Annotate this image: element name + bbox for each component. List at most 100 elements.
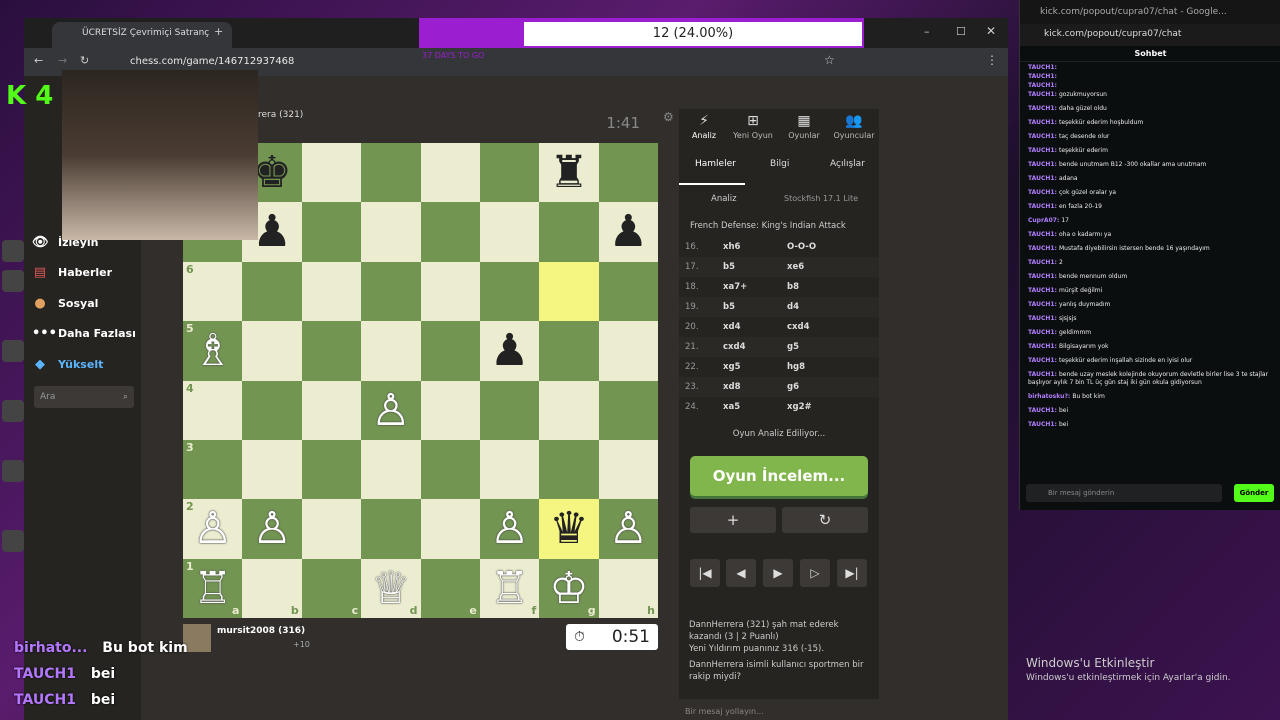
subtab-moves[interactable]: Hamleler [695, 159, 736, 169]
black-move[interactable]: g5 [787, 337, 799, 357]
board-square[interactable] [301, 202, 362, 262]
chat-username[interactable]: TAUCH1: [1028, 245, 1057, 252]
chess-piece[interactable]: ♙ [371, 385, 410, 436]
chat-username[interactable]: TAUCH1: [1028, 161, 1057, 168]
chat-username[interactable]: TAUCH1: [1028, 343, 1057, 350]
chat-username[interactable]: CuprA07: [1028, 217, 1059, 224]
black-move[interactable]: O-O-O [787, 237, 816, 257]
board-square[interactable] [420, 439, 480, 500]
board-square[interactable]: ♖ 1 a [183, 558, 243, 618]
board-square[interactable] [420, 261, 480, 322]
chat-username[interactable]: TAUCH1: [1028, 119, 1057, 126]
board-square[interactable] [420, 202, 480, 262]
board-square[interactable] [301, 499, 362, 559]
reload-icon[interactable]: ↻ [80, 54, 89, 67]
first-move-button[interactable]: |◀ [690, 559, 720, 587]
board-square[interactable] [420, 499, 480, 559]
search-icon[interactable]: ⌕ [123, 386, 128, 408]
chat-url-field[interactable]: kick.com/popout/cupra07/chat [1020, 24, 1280, 46]
bottom-player-name[interactable]: mursit2008 (316) [217, 626, 305, 636]
next-move-button[interactable]: ▷ [800, 559, 830, 587]
prev-move-button[interactable]: ◀ [726, 559, 756, 587]
chat-username[interactable]: TAUCH1: [1028, 64, 1057, 71]
board-square[interactable]: ♜ [539, 143, 599, 203]
desktop-icon[interactable] [2, 270, 24, 292]
board-square[interactable]: ♟ [598, 202, 658, 262]
board-square[interactable]: ♖ f [479, 558, 540, 618]
back-icon[interactable]: ← [34, 54, 43, 67]
rematch-button[interactable]: ↻ [782, 507, 868, 533]
board-square[interactable] [301, 380, 362, 440]
chat-username[interactable]: TAUCH1: [1028, 189, 1057, 196]
tab-games[interactable]: ▦ Oyunlar [780, 113, 828, 140]
chat-username[interactable]: TAUCH1: [1028, 231, 1057, 238]
white-move[interactable]: xg5 [723, 357, 740, 377]
chat-message-input[interactable]: Bir mesaj gönderin [1026, 484, 1222, 502]
board-square[interactable] [598, 380, 658, 440]
chat-username[interactable]: TAUCH1: [1028, 91, 1057, 98]
board-square[interactable] [242, 439, 302, 500]
tab-analysis[interactable]: ⚡ Analiz [680, 113, 728, 140]
search-input[interactable]: Ara ⌕ [34, 386, 134, 408]
chess-piece[interactable]: ♟ [609, 206, 648, 257]
desktop-icon[interactable] [2, 400, 24, 422]
black-move[interactable]: xe6 [787, 257, 804, 277]
board-square[interactable] [539, 202, 599, 262]
board-square[interactable] [361, 202, 421, 262]
board-square[interactable]: 6 [183, 261, 243, 322]
board-square[interactable]: ♙ [479, 499, 540, 559]
white-move[interactable]: cxd4 [723, 337, 746, 357]
board-square[interactable] [242, 321, 302, 381]
board-square[interactable]: ♙ [242, 499, 302, 559]
board-square[interactable]: ♙ [598, 499, 658, 559]
chess-piece[interactable]: ♙ [609, 503, 648, 554]
board-square[interactable]: ♔ g [539, 558, 599, 618]
chat-username[interactable]: TAUCH1: [1028, 259, 1057, 266]
board-square[interactable] [479, 261, 540, 322]
board-square[interactable] [539, 321, 599, 381]
chat-username[interactable]: TAUCH1: [1028, 301, 1057, 308]
chat-username[interactable]: TAUCH1: [1028, 175, 1057, 182]
chess-piece[interactable]: ♕ [371, 563, 410, 614]
chat-username[interactable]: birhatosku?: [1028, 393, 1070, 400]
chess-piece[interactable]: ♟ [252, 206, 291, 257]
play-button[interactable]: ▶ [763, 559, 793, 587]
board-square[interactable] [479, 439, 540, 500]
board-square[interactable] [301, 143, 362, 203]
chat-username[interactable]: TAUCH1: [1028, 273, 1057, 280]
desktop-icon[interactable] [2, 460, 24, 482]
board-square[interactable] [539, 439, 599, 500]
last-move-button[interactable]: ▶| [837, 559, 867, 587]
board-square[interactable] [301, 321, 362, 381]
chat-username[interactable]: TAUCH1: [1028, 133, 1057, 140]
desktop-icon[interactable] [2, 530, 24, 552]
board-square[interactable] [539, 380, 599, 440]
chat-input[interactable]: Bir mesaj yollayın... [685, 707, 764, 716]
sidebar-item-social[interactable]: ● Sosyal [32, 294, 98, 314]
chess-piece[interactable]: ♜ [549, 147, 588, 198]
chat-username[interactable]: TAUCH1: [1028, 357, 1057, 364]
white-move[interactable]: b5 [723, 297, 735, 317]
board-square[interactable] [361, 143, 421, 203]
chess-piece[interactable]: ♛ [549, 503, 588, 554]
analysis-toggle-label[interactable]: Analiz [711, 194, 737, 204]
board-square[interactable] [598, 143, 658, 203]
board-square[interactable] [479, 143, 540, 203]
board-square[interactable]: ♗ 5 [183, 321, 243, 381]
chess-piece[interactable]: ♙ [490, 503, 529, 554]
white-move[interactable]: b5 [723, 257, 735, 277]
gear-icon[interactable]: ⚙ [663, 110, 674, 124]
chess-piece[interactable]: ♙ [193, 503, 232, 554]
board-square[interactable] [361, 261, 421, 322]
menu-icon[interactable]: ⋮ [986, 53, 998, 67]
minimize-icon[interactable]: – [924, 25, 930, 38]
board-square[interactable]: b [242, 558, 302, 618]
chat-username[interactable]: TAUCH1: [1028, 421, 1057, 428]
chat-username[interactable]: TAUCH1: [1028, 371, 1057, 378]
new-tab-button[interactable]: + [214, 25, 223, 38]
white-move[interactable]: xa5 [723, 397, 740, 417]
board-square[interactable]: h [598, 558, 658, 618]
chat-username[interactable]: TAUCH1: [1028, 287, 1057, 294]
white-move[interactable]: xd4 [723, 317, 740, 337]
board-square[interactable] [598, 321, 658, 381]
